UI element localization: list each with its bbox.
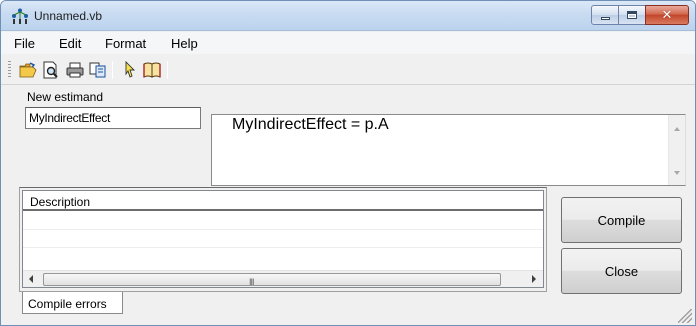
estimand-editor[interactable]: MyIndirectEffect = p.A — [211, 114, 686, 186]
toolbar-separator — [167, 61, 168, 79]
editor-text: MyIndirectEffect = p.A — [232, 116, 389, 133]
menu-file[interactable]: File — [14, 36, 35, 51]
scroll-right-icon[interactable] — [532, 275, 536, 283]
status-bar — [1, 314, 695, 325]
list-row-divider — [23, 247, 543, 248]
resize-grip-icon[interactable] — [678, 309, 692, 323]
estimand-name-input[interactable] — [25, 107, 201, 129]
scrollbar-thumb[interactable]: III — [43, 273, 501, 287]
compile-errors-list[interactable]: Description III — [22, 190, 544, 288]
maximize-icon — [627, 11, 637, 19]
toolbar-grip[interactable] — [8, 61, 11, 79]
window-title: Unnamed.vb — [34, 9, 103, 23]
compile-button[interactable]: Compile — [561, 197, 682, 243]
caption-buttons: ✕ — [591, 5, 689, 25]
description-header-label: Description — [30, 195, 91, 209]
copy-icon — [89, 62, 106, 78]
toolbar — [1, 55, 695, 83]
list-row-divider — [23, 229, 543, 230]
minimize-icon — [600, 17, 610, 20]
help-arrow-icon — [125, 61, 136, 78]
app-icon — [12, 8, 28, 24]
open-folder-icon — [19, 62, 37, 78]
scroll-up-icon[interactable] — [674, 127, 680, 131]
print-preview-button[interactable] — [40, 59, 62, 81]
menu-bar: File Edit Format Help — [1, 32, 695, 54]
close-button[interactable]: Close — [561, 248, 682, 294]
copy-button[interactable] — [87, 59, 109, 81]
new-estimand-label: New estimand — [27, 90, 104, 104]
help-pointer-button[interactable] — [119, 59, 141, 81]
print-preview-icon — [43, 61, 58, 79]
menu-edit[interactable]: Edit — [59, 36, 81, 51]
main-window: Unnamed.vb ✕ File Edit Format Help New e… — [0, 0, 696, 326]
errors-horizontal-scrollbar[interactable]: III — [23, 270, 543, 287]
toolbar-separator — [112, 61, 113, 79]
print-icon — [66, 62, 84, 78]
help-book-button[interactable] — [141, 59, 163, 81]
menu-format[interactable]: Format — [105, 36, 146, 51]
editor-vertical-scrollbar[interactable] — [668, 115, 685, 185]
tab-compile-errors[interactable]: Compile errors — [22, 292, 123, 314]
title-bar[interactable]: Unnamed.vb ✕ — [1, 1, 695, 31]
close-icon: ✕ — [661, 7, 673, 23]
book-icon — [143, 62, 161, 78]
scroll-down-icon[interactable] — [674, 171, 680, 175]
open-button[interactable] — [17, 59, 39, 81]
menu-help[interactable]: Help — [171, 36, 198, 51]
scroll-left-icon[interactable] — [29, 275, 33, 283]
description-column-header[interactable]: Description — [23, 191, 543, 211]
thumb-grip-icon: III — [249, 277, 254, 287]
toolbar-divider — [1, 84, 695, 85]
close-window-button[interactable]: ✕ — [645, 5, 689, 25]
minimize-button[interactable] — [591, 5, 619, 25]
maximize-button[interactable] — [618, 5, 646, 25]
print-button[interactable] — [64, 59, 86, 81]
